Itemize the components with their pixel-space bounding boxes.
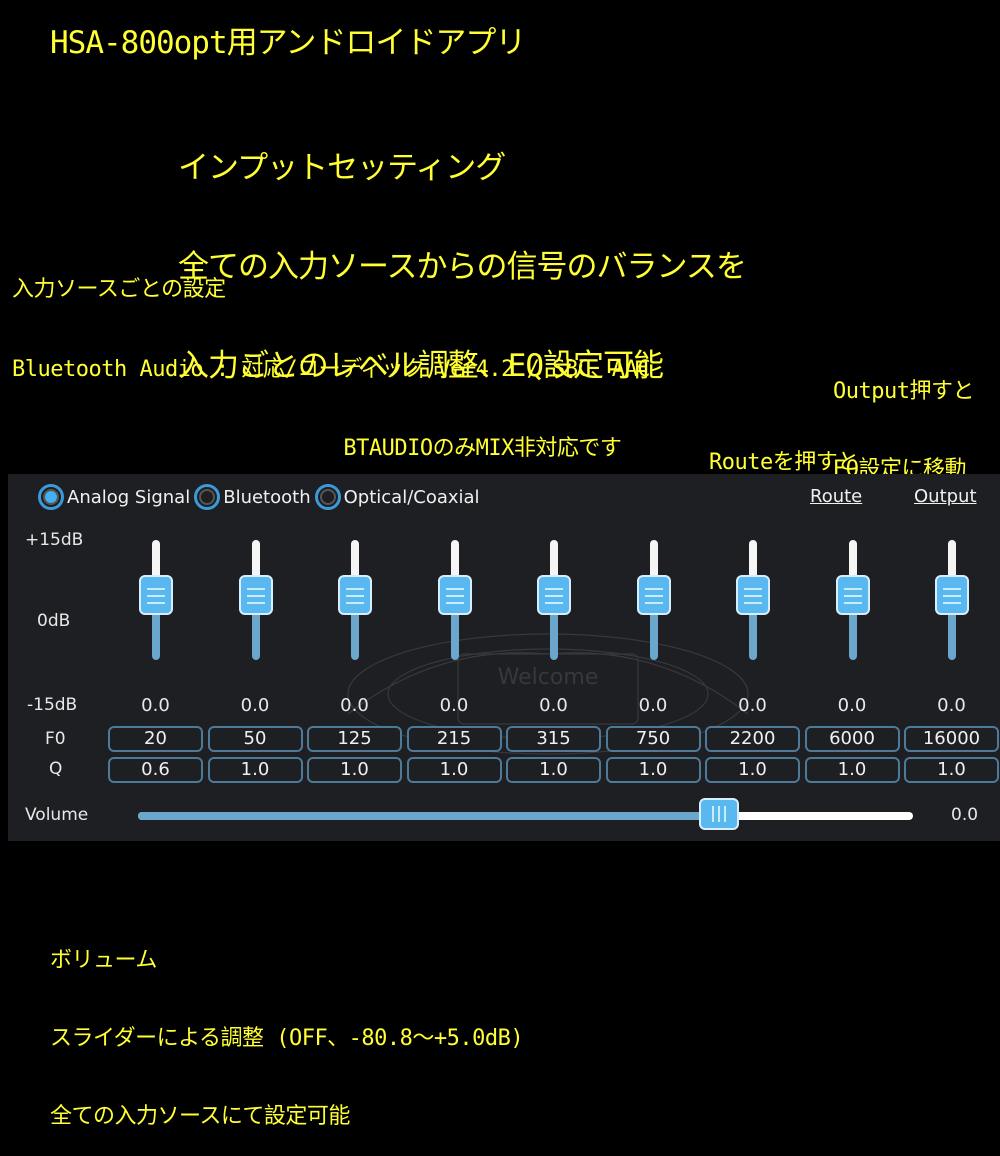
eq-band-slider[interactable]	[904, 474, 999, 674]
eq-band-q-field[interactable]: 1.0	[406, 757, 502, 783]
eq-band-slider[interactable]	[705, 474, 800, 674]
eq-band-gain-value: 0.0	[638, 695, 668, 716]
eq-band-f0-field[interactable]: 6000	[804, 726, 900, 752]
eq-band-f0-field[interactable]: 215	[406, 726, 502, 752]
eq-band-thumb[interactable]	[935, 575, 969, 615]
annotation-volume-notes: ボリューム スライダーによる調整 (OFF、-80.8〜+5.0dB) 全ての入…	[50, 896, 524, 1156]
gain-axis-mid-label: 0dB	[37, 611, 71, 631]
eq-band-f0-field[interactable]: 50	[207, 726, 303, 752]
eq-band-f0-field[interactable]: 315	[506, 726, 601, 752]
volume-label: Volume	[25, 805, 89, 825]
eq-band-q-field[interactable]: 1.0	[904, 757, 999, 783]
annotation-title: HSA-800opt用アンドロイドアプリ	[50, 25, 526, 61]
input-settings-panel: Welcome Analog Signal Bluetooth Optical/…	[8, 474, 1000, 841]
eq-band-q-field[interactable]: 1.0	[605, 757, 701, 783]
eq-band-thumb[interactable]	[537, 575, 571, 615]
radio-circle-icon	[38, 484, 64, 510]
volume-slider-fill	[138, 812, 720, 820]
eq-band-f0-field[interactable]: 750	[605, 726, 701, 752]
eq-band-q-field[interactable]: 1.0	[705, 757, 800, 783]
eq-band-thumb[interactable]	[238, 575, 273, 615]
eq-band-q-field[interactable]: 1.0	[207, 757, 303, 783]
gain-axis-min-label: -15dB	[27, 695, 78, 715]
eq-band-thumb[interactable]	[636, 575, 671, 615]
annotation-subtitle-line: インプットセッティング	[178, 150, 506, 186]
eq-band-thumb[interactable]	[139, 575, 173, 615]
eq-band-thumb[interactable]	[736, 575, 770, 615]
eq-band-thumb[interactable]	[338, 575, 372, 615]
eq-band-slider[interactable]	[407, 474, 502, 674]
eq-band-gain-value: 0.0	[738, 695, 767, 716]
eq-band-slider[interactable]	[108, 474, 203, 674]
q-row-label: Q	[49, 759, 63, 779]
annotation-note-line: BTAUDIOのみMIX非対応です	[12, 436, 622, 461]
annotation-note-line: Routeを押すと	[709, 450, 859, 475]
eq-band-slider[interactable]	[506, 474, 601, 674]
gain-axis-max-label: +15dB	[25, 530, 84, 550]
eq-band-f0-field[interactable]: 125	[307, 726, 402, 752]
volume-slider-thumb[interactable]	[699, 798, 740, 830]
eq-band-gain-value: 0.0	[240, 695, 270, 716]
eq-band-q-field[interactable]: 1.0	[804, 757, 900, 783]
annotation-note-line: 入力ソースごとの設定	[12, 277, 226, 302]
eq-band-slider[interactable]	[307, 474, 402, 674]
eq-band-gain-value: 0.0	[439, 695, 469, 716]
eq-band-thumb[interactable]	[437, 575, 472, 615]
f0-row-label: F0	[45, 729, 66, 749]
eq-band-gain-value: 0.0	[937, 695, 966, 716]
eq-band-thumb[interactable]	[835, 575, 870, 615]
eq-band-q-field[interactable]: 1.0	[307, 757, 402, 783]
annotation-note-line: 全ての入力ソースにて設定可能	[50, 1104, 350, 1129]
eq-band-slider[interactable]	[606, 474, 701, 674]
eq-band-gain-value: 0.0	[141, 695, 170, 716]
eq-band-gain-value: 0.0	[539, 695, 568, 716]
volume-value: 0.0	[951, 805, 979, 825]
annotation-note-line: Bluetooth Audio : 対応/コーディック Ver4.2 / SBC…	[12, 356, 651, 382]
eq-band-slider[interactable]	[805, 474, 900, 674]
annotation-note-line: ボリューム	[50, 948, 157, 973]
eq-band-gain-value: 0.0	[340, 695, 369, 716]
eq-band-gain-value: 0.0	[837, 695, 867, 716]
eq-band-f0-field[interactable]: 16000	[904, 726, 999, 752]
eq-band-f0-field[interactable]: 2200	[705, 726, 800, 752]
eq-band-slider[interactable]	[208, 474, 303, 674]
eq-band-q-field[interactable]: 0.6	[108, 757, 203, 783]
eq-band-q-field[interactable]: 1.0	[506, 757, 601, 783]
annotation-note-line: スライダーによる調整 (OFF、-80.8〜+5.0dB)	[50, 1026, 524, 1051]
eq-band-f0-field[interactable]: 20	[108, 726, 203, 752]
volume-slider-track[interactable]	[138, 812, 913, 820]
